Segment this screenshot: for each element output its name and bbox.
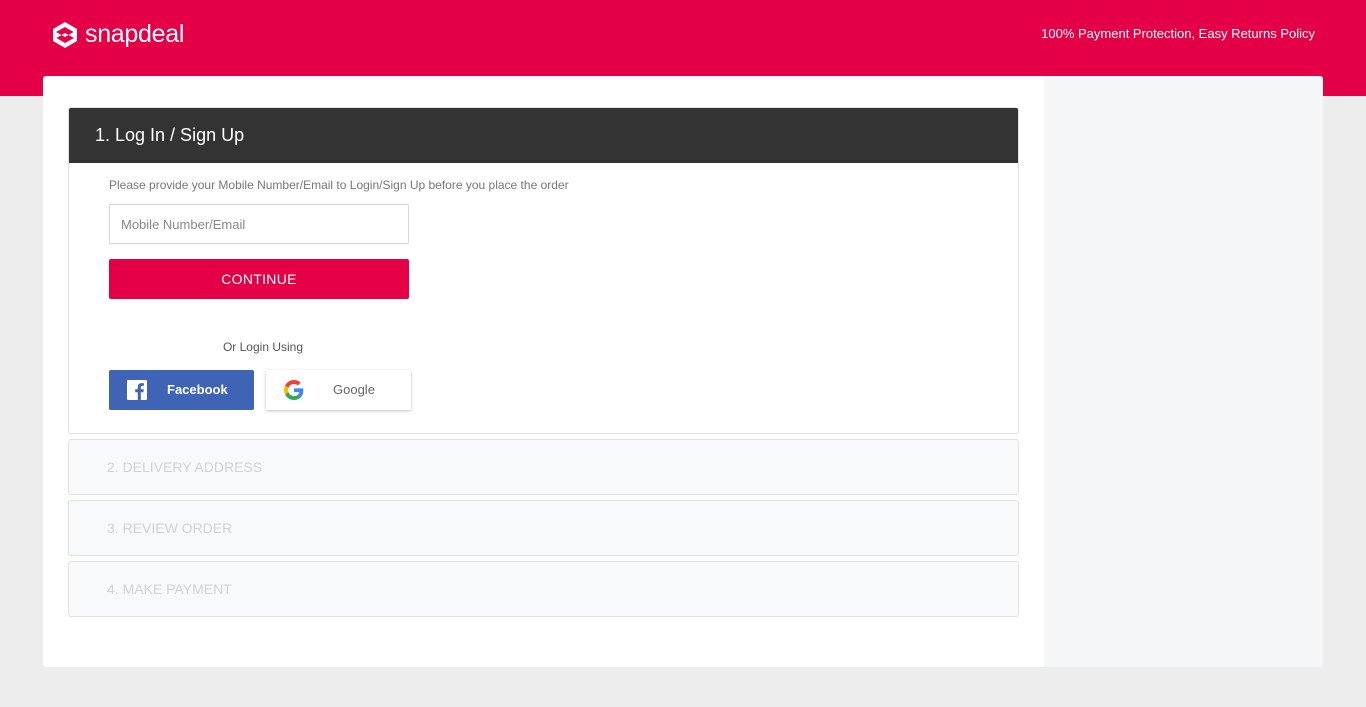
login-step: 1. Log In / Sign Up Please provide your …: [68, 107, 1019, 434]
google-icon: [284, 380, 304, 400]
login-step-title: 1. Log In / Sign Up: [69, 108, 1018, 163]
login-step-body: Please provide your Mobile Number/Email …: [69, 163, 1018, 433]
brand-logo[interactable]: snapdeal: [51, 20, 184, 49]
google-label: Google: [333, 382, 375, 397]
login-prompt: Please provide your Mobile Number/Email …: [109, 178, 569, 192]
continue-button[interactable]: CONTINUE: [109, 259, 409, 299]
order-summary-panel: [1044, 76, 1323, 667]
facebook-label: Facebook: [167, 382, 228, 397]
review-order-step[interactable]: 3. REVIEW ORDER: [68, 500, 1019, 556]
google-login-button[interactable]: Google: [266, 370, 411, 410]
facebook-icon: [127, 380, 147, 400]
policy-text: 100% Payment Protection, Easy Returns Po…: [1041, 26, 1315, 41]
brand-name: snapdeal: [85, 20, 185, 48]
checkout-card: 1. Log In / Sign Up Please provide your …: [43, 76, 1323, 667]
mobile-email-input[interactable]: [109, 204, 409, 244]
make-payment-step[interactable]: 4. MAKE PAYMENT: [68, 561, 1019, 617]
delivery-address-step[interactable]: 2. DELIVERY ADDRESS: [68, 439, 1019, 495]
snapdeal-logo-icon: [53, 21, 77, 48]
facebook-login-button[interactable]: Facebook: [109, 370, 254, 410]
or-login-text: Or Login Using: [222, 340, 304, 354]
